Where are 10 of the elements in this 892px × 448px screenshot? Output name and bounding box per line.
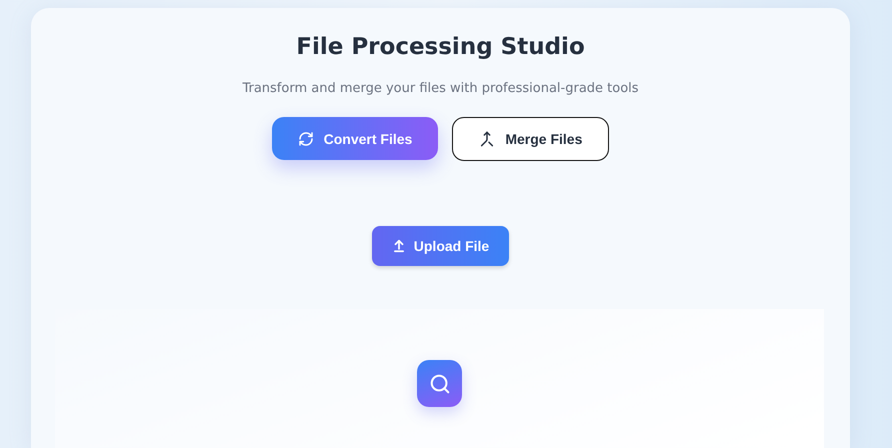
upload-button[interactable]: Upload File bbox=[372, 226, 510, 266]
search-icon bbox=[428, 372, 450, 394]
page-subtitle: Transform and merge your files with professional-grade tools bbox=[242, 81, 639, 96]
mode-tab[interactable]: Merge Files bbox=[452, 117, 610, 161]
search-button[interactable] bbox=[417, 360, 462, 407]
upload-icon bbox=[392, 239, 406, 253]
mode-tab[interactable]: Convert Files bbox=[272, 117, 438, 160]
merge-icon bbox=[479, 131, 496, 147]
refresh-icon bbox=[298, 130, 314, 146]
page-title: File Processing Studio bbox=[296, 34, 585, 60]
